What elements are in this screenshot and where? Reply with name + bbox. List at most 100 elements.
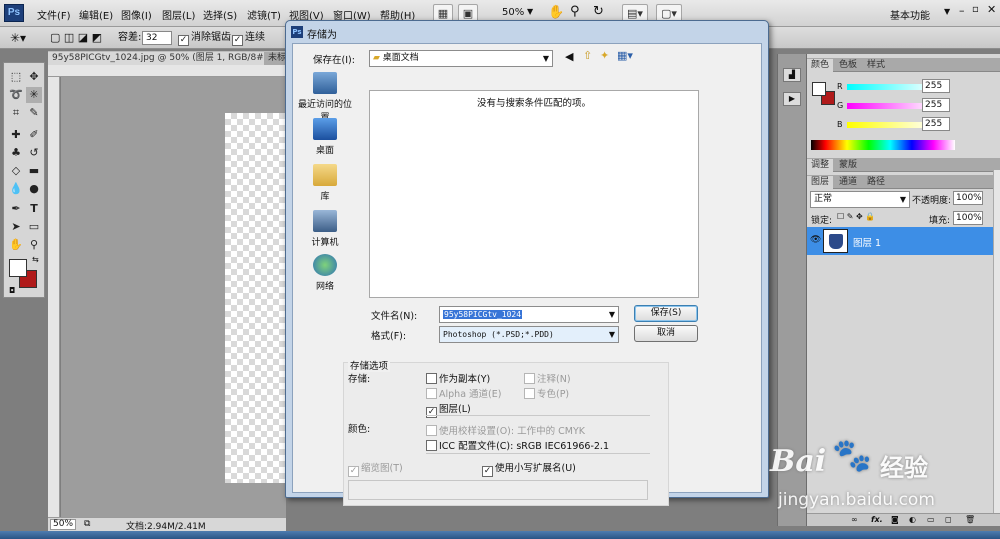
minimize-icon[interactable]: – [959, 4, 965, 17]
shape-tool-icon[interactable]: ▭ [26, 219, 42, 235]
thumbnail-checkbox[interactable]: ✓ 缩览图(T) [348, 460, 403, 477]
save-button[interactable]: 保存(S) [634, 305, 698, 322]
hand-icon[interactable]: ✋ [548, 5, 564, 20]
menu-select[interactable]: 选择(S) [203, 7, 237, 22]
spot-checkbox[interactable]: 专色(P) [524, 386, 569, 400]
tolerance-input[interactable]: 32 [142, 31, 172, 45]
color-spectrum[interactable] [811, 140, 955, 150]
place-recent[interactable]: 最近访问的位置 [295, 72, 355, 123]
icc-checkbox[interactable]: ICC 配置文件(C): sRGB IEC61966-2.1 [426, 438, 609, 452]
notes-checkbox[interactable]: 注释(N) [524, 371, 571, 385]
tab-color[interactable]: 颜色 [807, 59, 834, 72]
restore-icon[interactable]: ▫ [972, 4, 979, 15]
menu-image[interactable]: 图像(I) [121, 7, 152, 22]
close-icon[interactable]: ✕ [987, 3, 996, 16]
opacity-input[interactable]: 100% [953, 191, 983, 205]
alpha-label: Alpha 通道(E) [439, 389, 502, 400]
blur-tool-icon[interactable]: 💧 [8, 181, 24, 197]
b-input[interactable]: 255 [922, 117, 950, 131]
fill-input[interactable]: 100% [953, 211, 983, 225]
filename-input[interactable]: 95y58PICGtv_1024 ▼ [439, 306, 619, 323]
blend-mode-select[interactable]: 正常 ▼ [810, 191, 910, 208]
g-input[interactable]: 255 [922, 98, 950, 112]
workspace-switcher[interactable]: 基本功能 [890, 7, 930, 22]
status-zoom[interactable]: 50% [50, 519, 76, 530]
histogram-icon[interactable]: ▟ [783, 68, 801, 82]
place-desktop[interactable]: 桌面 [295, 118, 355, 156]
r-input[interactable]: 255 [922, 79, 950, 93]
tab-masks[interactable]: 蒙版 [835, 159, 861, 172]
pen-tool-icon[interactable]: ✒ [8, 201, 24, 217]
as-copy-checkbox[interactable]: 作为副本(Y) [426, 371, 490, 385]
magic-wand-tool-icon[interactable]: ✳ [26, 87, 42, 103]
swap-colors-icon[interactable]: ⇆ [32, 255, 39, 264]
chevron-down-icon[interactable]: ▼ [527, 7, 533, 16]
eye-icon[interactable]: 👁 [810, 235, 821, 245]
dodge-tool-icon[interactable]: ● [26, 181, 42, 197]
eyedropper-tool-icon[interactable]: ✎ [26, 105, 42, 121]
recent-places-icon [313, 72, 337, 94]
path-select-icon[interactable]: ➤ [8, 219, 24, 235]
transparent-canvas[interactable] [225, 113, 285, 483]
view-menu-icon[interactable]: ▦▾ [617, 49, 633, 62]
lowercase-ext-checkbox[interactable]: ✓ 使用小写扩展名(U) [482, 460, 576, 477]
up-folder-icon[interactable]: ⇧ [583, 49, 592, 62]
eraser-tool-icon[interactable]: ◇ [8, 163, 24, 179]
type-tool-icon[interactable]: T [26, 201, 42, 217]
menu-edit[interactable]: 编辑(E) [79, 7, 113, 22]
back-icon[interactable]: ◀ [565, 50, 573, 63]
move-tool-icon[interactable]: ✥ [26, 69, 42, 85]
rotate-view-icon[interactable]: ↻ [593, 4, 604, 19]
foreground-color-swatch[interactable] [9, 259, 27, 277]
magic-wand-icon[interactable]: ✳▾ [10, 31, 26, 45]
place-network[interactable]: 网络 [295, 254, 355, 292]
zoom-tool-icon[interactable]: ⚲ [26, 237, 42, 253]
layer-row[interactable]: 👁 图层 1 [807, 227, 995, 255]
document-tab-active[interactable]: 95y58PICGtv_1024.jpg @ 50% (图层 1, RGB/8#… [48, 52, 264, 65]
panel-foreground-swatch[interactable] [812, 82, 826, 96]
lasso-tool-icon[interactable]: ➰ [8, 87, 24, 103]
file-list[interactable]: 没有与搜索条件匹配的项。 [369, 90, 699, 298]
tab-adjustments[interactable]: 调整 [807, 159, 834, 172]
cancel-button[interactable]: 取消 [634, 325, 698, 342]
menu-file[interactable]: 文件(F) [37, 7, 71, 22]
zoom-level[interactable]: 50% [502, 7, 524, 18]
clone-stamp-icon[interactable]: ♣ [8, 145, 24, 161]
hand-tool-icon[interactable]: ✋ [8, 237, 24, 253]
dialog-titlebar[interactable]: Ps 存储为 [286, 21, 768, 43]
adjust-panel-tabs: 调整 蒙版 [807, 158, 1000, 172]
save-options-panel: 存储选项 存储: 作为副本(Y) 注释(N) Alpha 通道(E) 专色(P)… [343, 358, 669, 506]
menu-filter[interactable]: 滤镜(T) [247, 7, 281, 22]
menu-layer[interactable]: 图层(L) [162, 7, 195, 22]
tab-styles[interactable]: 样式 [863, 59, 889, 72]
gradient-tool-icon[interactable]: ▬ [26, 163, 42, 179]
tab-channels[interactable]: 通道 [835, 176, 861, 189]
proof-checkbox[interactable]: 使用校样设置(O): 工作中的 CMYK [426, 423, 585, 437]
tab-swatches[interactable]: 色板 [835, 59, 861, 72]
brush-tool-icon[interactable]: ✐ [26, 127, 42, 143]
new-folder-icon[interactable]: ✦ [600, 49, 609, 62]
format-select[interactable]: Photoshop (*.PSD;*.PDD) ▼ [439, 326, 619, 343]
document-tab-2[interactable]: 未标 [264, 52, 286, 65]
antialias-checkbox[interactable]: ✓ 消除锯齿 [178, 31, 231, 46]
lock-icons[interactable]: ☐ ✎ ✥ 🔒 [837, 212, 875, 221]
workspace-chevron-icon[interactable]: ▼ [944, 7, 950, 16]
alpha-checkbox[interactable]: Alpha 通道(E) [426, 386, 501, 400]
healing-brush-icon[interactable]: ✚ [8, 127, 24, 143]
spot-label: 专色(P) [537, 389, 570, 400]
zoom-icon[interactable]: ⚲ [570, 4, 580, 19]
tab-paths[interactable]: 路径 [863, 176, 889, 189]
contiguous-checkbox[interactable]: ✓ 连续 [232, 31, 265, 46]
history-brush-icon[interactable]: ↺ [26, 145, 42, 161]
actions-icon[interactable]: ▶ [783, 92, 801, 106]
crop-tool-icon[interactable]: ⌗ [8, 105, 24, 121]
place-library[interactable]: 库 [295, 164, 355, 202]
quick-mask-icon[interactable]: ◘ [9, 286, 37, 296]
save-in-combo[interactable]: ▰ 桌面文档 ▼ [369, 50, 553, 67]
status-info-icon[interactable]: ⧉ [84, 519, 90, 529]
lowercase-ext-label: 使用小写扩展名(U) [495, 463, 576, 474]
marquee-tool-icon[interactable]: ⬚ [8, 69, 24, 85]
place-computer[interactable]: 计算机 [295, 210, 355, 248]
tab-layers[interactable]: 图层 [807, 176, 834, 189]
selection-mode-icons[interactable]: ▢ ◫ ◪ ◩ [50, 31, 102, 45]
